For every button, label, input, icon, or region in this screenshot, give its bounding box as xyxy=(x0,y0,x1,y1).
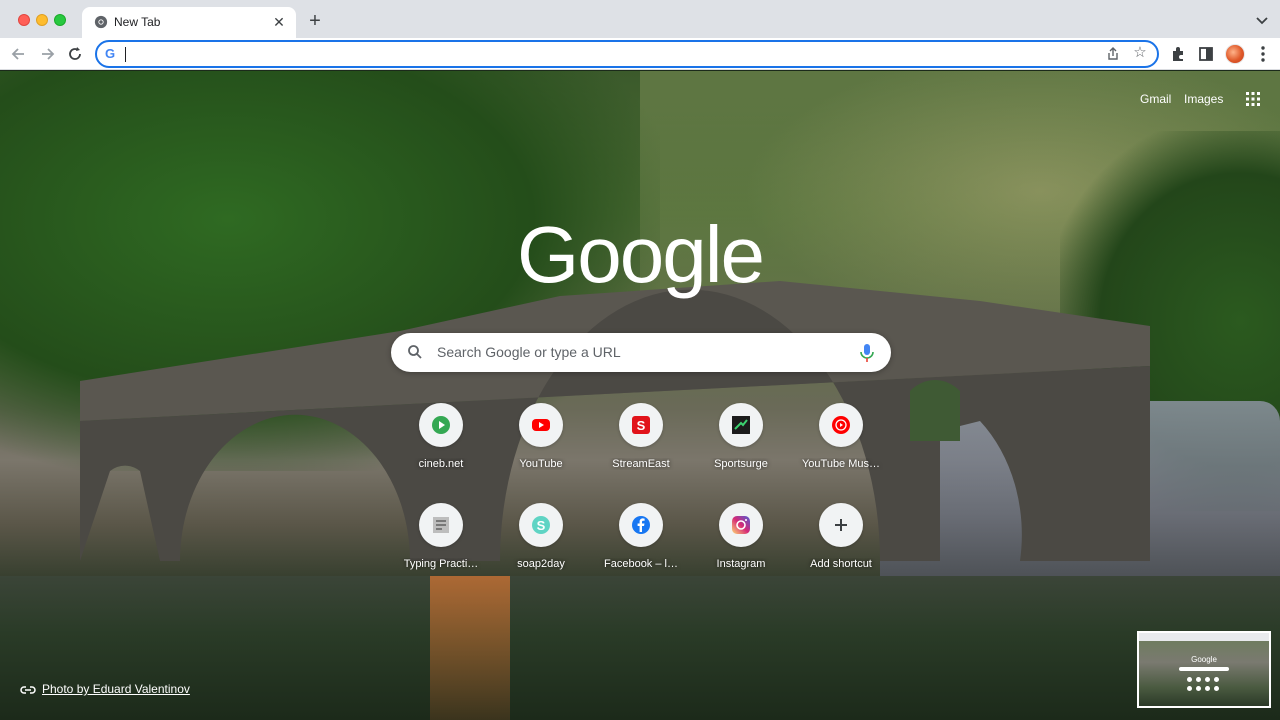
images-link[interactable]: Images xyxy=(1184,92,1223,106)
thumbnail-shortcut-dot xyxy=(1214,677,1219,682)
shortcut-streameast[interactable]: S StreamEast xyxy=(591,403,691,503)
svg-text:S: S xyxy=(637,418,646,433)
shortcut-facebook[interactable]: Facebook – l… xyxy=(591,503,691,603)
shortcut-youtube-music[interactable]: YouTube Mus… xyxy=(791,403,891,503)
instagram-icon xyxy=(732,516,750,534)
add-shortcut-button[interactable]: Add shortcut xyxy=(791,503,891,603)
play-icon xyxy=(432,416,450,434)
thumbnail-shortcut-dot xyxy=(1187,677,1192,682)
window-thumbnail[interactable]: Google xyxy=(1137,631,1271,708)
address-bar[interactable]: G ☆ xyxy=(95,40,1159,68)
chrome-icon xyxy=(94,15,108,29)
shortcut-icon-circle xyxy=(819,503,863,547)
streameast-icon: S xyxy=(632,416,650,434)
thumbnail-shortcut-dot xyxy=(1205,686,1210,691)
youtube-music-icon xyxy=(832,416,850,434)
close-window-button[interactable] xyxy=(18,14,30,26)
shortcut-icon-circle xyxy=(419,503,463,547)
thumbnail-shortcut-dot xyxy=(1187,686,1192,691)
maximize-window-button[interactable] xyxy=(54,14,66,26)
shortcut-icon-circle xyxy=(719,503,763,547)
shortcut-label: Sportsurge xyxy=(714,458,768,470)
shortcut-label: Add shortcut xyxy=(810,558,872,570)
shortcut-label: cineb.net xyxy=(418,458,464,470)
more-menu-icon[interactable] xyxy=(1253,44,1273,64)
thumbnail-shortcut-dot xyxy=(1214,686,1219,691)
shortcut-instagram[interactable]: Instagram xyxy=(691,503,791,603)
shortcut-icon-circle xyxy=(619,503,663,547)
extensions-icon[interactable] xyxy=(1168,44,1188,64)
title-bar: New Tab ✕ + xyxy=(0,0,1280,38)
shortcut-cineb[interactable]: cineb.net xyxy=(391,403,491,503)
shortcut-typing-practice[interactable]: Typing Practi… xyxy=(391,503,491,603)
shortcut-label: YouTube xyxy=(519,458,563,470)
tab-new-tab[interactable]: New Tab ✕ xyxy=(82,7,296,38)
shortcut-icon-circle: S xyxy=(519,503,563,547)
new-tab-page: Gmail Images Google Search Google or typ… xyxy=(0,71,1280,720)
plus-icon xyxy=(835,519,847,531)
back-icon[interactable] xyxy=(9,44,29,64)
side-panel-icon[interactable] xyxy=(1196,44,1216,64)
thumbnail-titlebar xyxy=(1139,633,1269,641)
shortcut-label: soap2day xyxy=(517,558,565,570)
link-icon xyxy=(20,686,36,694)
shortcut-label: Facebook – l… xyxy=(604,558,678,570)
new-tab-button[interactable]: + xyxy=(305,11,325,31)
facebook-icon xyxy=(632,516,650,534)
gmail-link[interactable]: Gmail xyxy=(1140,92,1171,106)
shortcut-label: Typing Practi… xyxy=(403,558,479,570)
thumbnail-logo: Google xyxy=(1191,655,1217,664)
search-placeholder: Search Google or type a URL xyxy=(437,344,621,360)
bookmark-star-icon[interactable]: ☆ xyxy=(1132,45,1148,61)
shortcut-icon-circle xyxy=(419,403,463,447)
apps-grid-icon[interactable] xyxy=(1245,91,1261,107)
shortcut-label: YouTube Mus… xyxy=(801,458,881,470)
share-icon[interactable] xyxy=(1105,46,1121,62)
shortcut-icon-circle xyxy=(719,403,763,447)
shortcut-icon-circle xyxy=(519,403,563,447)
shortcut-icon-circle xyxy=(819,403,863,447)
chevron-down-icon[interactable] xyxy=(1254,12,1270,28)
google-logo: Google xyxy=(517,210,765,299)
tab-close-icon[interactable]: ✕ xyxy=(270,13,288,31)
sportsurge-icon xyxy=(732,416,750,434)
forward-icon[interactable] xyxy=(37,44,57,64)
microphone-icon[interactable] xyxy=(859,343,875,363)
minimize-window-button[interactable] xyxy=(36,14,48,26)
text-caret xyxy=(125,47,126,62)
thumbnail-shortcut-dot xyxy=(1205,677,1210,682)
shortcut-sportsurge[interactable]: Sportsurge xyxy=(691,403,791,503)
svg-text:S: S xyxy=(537,518,546,533)
shortcut-label: StreamEast xyxy=(612,458,670,470)
toolbar: G ☆ xyxy=(0,38,1280,70)
photo-credit-text: Photo by Eduard Valentinov xyxy=(42,682,190,696)
reload-icon[interactable] xyxy=(65,44,85,64)
thumbnail-shortcut-dot xyxy=(1196,677,1201,682)
soap2day-icon: S xyxy=(532,516,550,534)
shortcut-icon-circle: S xyxy=(619,403,663,447)
shortcut-soap2day[interactable]: S soap2day xyxy=(491,503,591,603)
thumbnail-shortcut-dot xyxy=(1196,686,1201,691)
search-box[interactable]: Search Google or type a URL xyxy=(391,333,891,372)
tab-title: New Tab xyxy=(114,15,161,29)
shortcut-youtube[interactable]: YouTube xyxy=(491,403,591,503)
search-icon xyxy=(408,345,422,359)
shortcut-label: Instagram xyxy=(716,558,766,570)
typing-icon xyxy=(433,517,449,533)
address-input[interactable] xyxy=(125,45,1085,63)
profile-avatar[interactable] xyxy=(1225,44,1245,64)
google-g-icon: G xyxy=(105,46,116,61)
youtube-icon xyxy=(532,419,550,431)
thumbnail-search xyxy=(1179,667,1229,671)
